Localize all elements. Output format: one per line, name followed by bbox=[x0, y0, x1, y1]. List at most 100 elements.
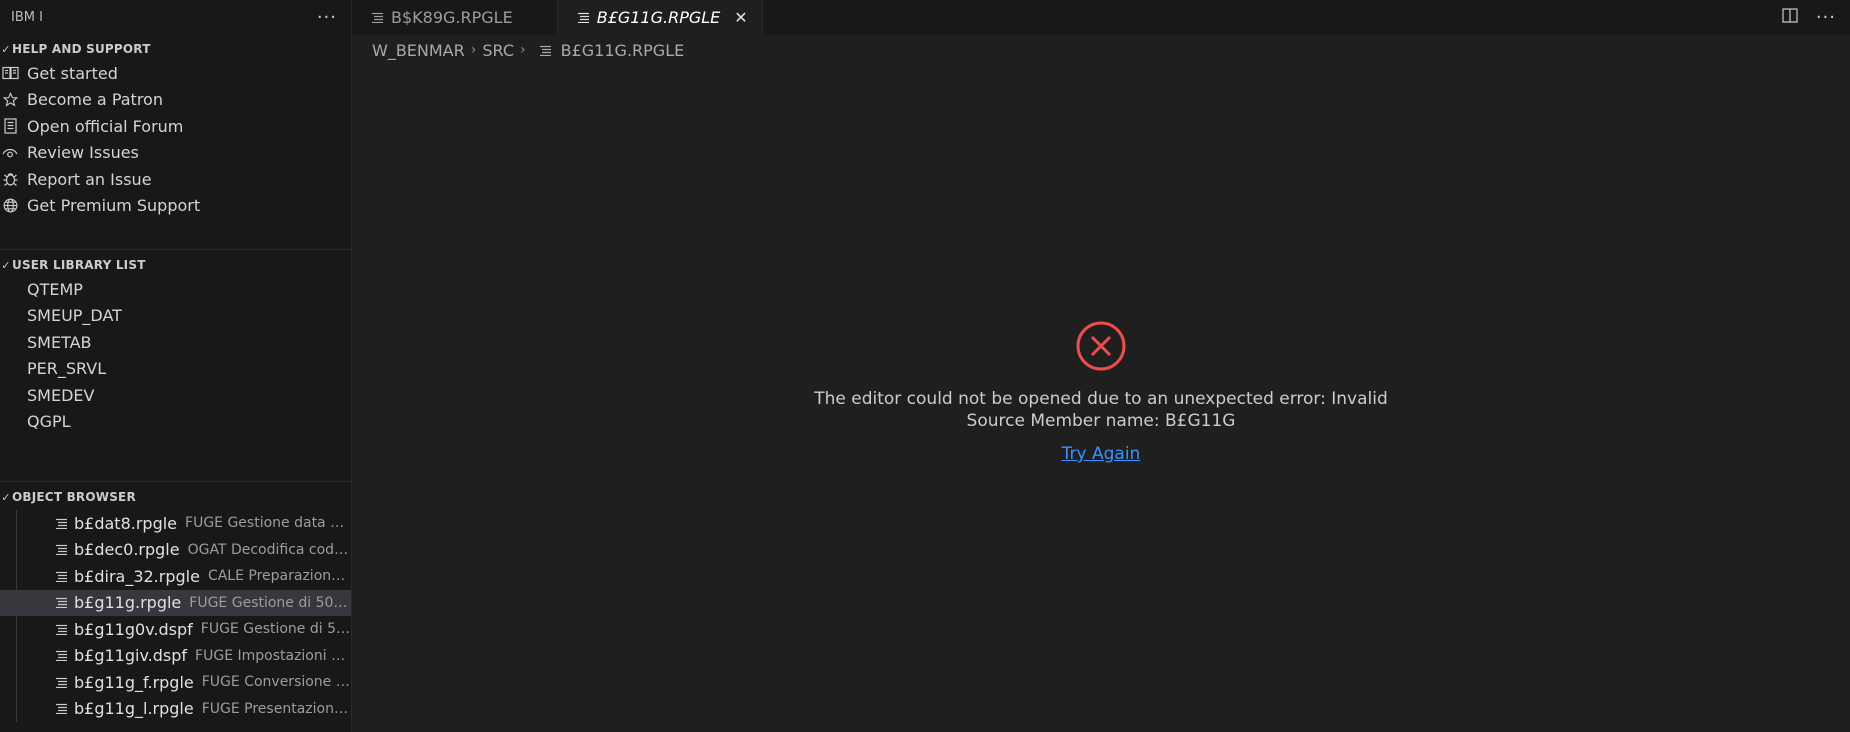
help-item-become-patron[interactable]: Become a Patron bbox=[0, 87, 351, 114]
tab-bk89g[interactable]: B$K89G.RPGLE bbox=[352, 0, 558, 35]
error-message-line1: The editor could not be opened due to an… bbox=[814, 389, 1388, 409]
library-item[interactable]: QGPL bbox=[0, 409, 351, 436]
file-lines-icon bbox=[56, 703, 67, 715]
chevron-down-icon: ✓ bbox=[1, 42, 11, 56]
object-description: FUGE Conversione F... bbox=[201, 674, 351, 691]
editor-actions: ··· bbox=[1782, 0, 1836, 35]
file-lines-icon bbox=[56, 624, 67, 635]
section-divider bbox=[0, 481, 351, 482]
try-again-link[interactable]: Try Again bbox=[1062, 444, 1141, 464]
library-label: SMEUP_DAT bbox=[27, 306, 122, 326]
chevron-down-icon: ✓ bbox=[1, 490, 11, 504]
tab-bg11g-active[interactable]: B£G11G.RPGLE ✕ bbox=[557, 0, 763, 35]
error-icon bbox=[1075, 320, 1127, 376]
library-item[interactable]: PER_SRVL bbox=[0, 356, 351, 383]
object-list: b£dat8.rpgle FUGE Gestione data e ... b£… bbox=[0, 510, 351, 722]
bug-icon bbox=[0, 171, 20, 187]
editor-tab-bar: B$K89G.RPGLE B£G11G.RPGLE ✕ ··· bbox=[352, 0, 1850, 35]
object-name: b£g11g_l.rpgle bbox=[74, 699, 194, 719]
sidebar-title-bar: IBM I ··· bbox=[0, 0, 351, 34]
globe-icon bbox=[0, 198, 20, 213]
tab-label: B£G11G.RPGLE bbox=[596, 8, 721, 27]
object-description: OGAT Decodifica codic... bbox=[187, 541, 350, 558]
library-label: SMETAB bbox=[27, 332, 92, 352]
object-name: b£dat8.rpgle bbox=[74, 513, 178, 533]
library-label: SMEDEV bbox=[27, 385, 95, 405]
library-item[interactable]: SMEUP_DAT bbox=[0, 303, 351, 330]
library-label: QGPL bbox=[27, 412, 71, 432]
library-item[interactable]: QTEMP bbox=[0, 276, 351, 303]
eye-icon bbox=[0, 147, 20, 159]
star-icon bbox=[0, 92, 20, 107]
help-item-label: Review Issues bbox=[27, 143, 139, 163]
object-item[interactable]: b£dira_32.rpgle CALE Preparazione ... bbox=[0, 563, 351, 590]
object-description: FUGE Presentazione ... bbox=[201, 700, 351, 717]
file-lines-icon bbox=[56, 597, 67, 609]
library-item[interactable]: SMEDEV bbox=[0, 382, 351, 409]
section-help-title: HELP AND SUPPORT bbox=[12, 42, 151, 56]
object-description: CALE Preparazione ... bbox=[207, 568, 351, 585]
breadcrumb-item[interactable]: W_BENMAR bbox=[372, 41, 465, 60]
library-label: QTEMP bbox=[27, 279, 83, 299]
object-item[interactable]: b£dec0.rpgle OGAT Decodifica codic... bbox=[0, 537, 351, 564]
file-lines-icon bbox=[56, 544, 67, 556]
help-item-label: Get started bbox=[27, 63, 118, 83]
close-icon[interactable]: ✕ bbox=[734, 8, 747, 27]
section-libraries-title: USER LIBRARY LIST bbox=[12, 258, 146, 272]
help-item-report-issue[interactable]: Report an Issue bbox=[0, 166, 351, 193]
help-item-review-issues[interactable]: Review Issues bbox=[0, 140, 351, 167]
breadcrumb-item[interactable]: SRC bbox=[482, 41, 514, 60]
sidebar-title: IBM I bbox=[11, 9, 43, 25]
section-libraries-header[interactable]: ✓ USER LIBRARY LIST bbox=[0, 254, 351, 276]
help-item-label: Open official Forum bbox=[27, 116, 184, 136]
object-name: b£dec0.rpgle bbox=[74, 540, 180, 560]
file-lines-icon bbox=[539, 45, 551, 56]
object-item[interactable]: b£g11giv.dspf FUGE Impostazioni di... bbox=[0, 643, 351, 670]
library-item[interactable]: SMETAB bbox=[0, 329, 351, 356]
help-item-label: Get Premium Support bbox=[27, 196, 201, 216]
object-name: b£g11giv.dspf bbox=[74, 646, 188, 666]
file-lines-icon bbox=[56, 571, 67, 582]
error-message: The editor could not be opened due to an… bbox=[352, 388, 1850, 432]
help-item-open-forum[interactable]: Open official Forum bbox=[0, 113, 351, 140]
object-item[interactable]: b£g11g0v.dspf FUGE Gestione di 50... bbox=[0, 616, 351, 643]
document-icon bbox=[0, 118, 20, 134]
help-item-label: Become a Patron bbox=[27, 90, 163, 110]
section-divider bbox=[0, 249, 351, 250]
more-actions-icon[interactable]: ··· bbox=[317, 7, 337, 28]
file-lines-icon bbox=[56, 677, 67, 688]
file-lines-icon bbox=[372, 12, 383, 23]
object-name: b£g11g0v.dspf bbox=[74, 619, 193, 639]
file-lines-icon bbox=[577, 12, 589, 23]
section-objects-header[interactable]: ✓ OBJECT BROWSER bbox=[0, 486, 351, 508]
object-description: FUGE Gestione di 50... bbox=[200, 621, 351, 638]
breadcrumb: W_BENMAR › SRC › B£G11G.RPGLE bbox=[372, 38, 684, 62]
object-name: b£g11g_f.rpgle bbox=[74, 672, 194, 692]
object-item-selected[interactable]: b£g11g.rpgle FUGE Gestione di 500 ... bbox=[0, 589, 351, 616]
help-item-premium-support[interactable]: Get Premium Support bbox=[0, 193, 351, 220]
object-item[interactable]: b£g11g_f.rpgle FUGE Conversione F... bbox=[0, 669, 351, 696]
object-description: FUGE Gestione data e ... bbox=[185, 515, 348, 532]
object-description: FUGE Gestione di 500 ... bbox=[189, 594, 351, 611]
file-lines-icon bbox=[56, 650, 67, 662]
object-name: b£g11g.rpgle bbox=[74, 593, 182, 613]
object-item[interactable]: b£g11g_l.rpgle FUGE Presentazione ... bbox=[0, 696, 351, 723]
object-item[interactable]: b£dat8.rpgle FUGE Gestione data e ... bbox=[0, 510, 351, 537]
file-lines-icon bbox=[56, 518, 67, 529]
section-objects-title: OBJECT BROWSER bbox=[12, 490, 136, 504]
help-item-get-started[interactable]: Get started bbox=[0, 60, 351, 87]
chevron-down-icon: ✓ bbox=[1, 258, 11, 272]
error-message-line2: Source Member name: B£G11G bbox=[966, 411, 1236, 431]
tab-label: B$K89G.RPGLE bbox=[391, 8, 513, 27]
section-help-header[interactable]: ✓ HELP AND SUPPORT bbox=[0, 38, 351, 60]
more-actions-icon[interactable]: ··· bbox=[1816, 7, 1836, 28]
breadcrumb-item[interactable]: B£G11G.RPGLE bbox=[561, 41, 685, 60]
explorer-sidebar: IBM I ··· ✓ HELP AND SUPPORT Get started… bbox=[0, 0, 352, 732]
split-editor-icon[interactable] bbox=[1782, 8, 1798, 27]
object-name: b£dira_32.rpgle bbox=[74, 566, 200, 586]
help-item-label: Report an Issue bbox=[27, 169, 152, 189]
book-icon bbox=[0, 66, 20, 80]
chevron-right-icon: › bbox=[470, 42, 477, 58]
chevron-right-icon: › bbox=[520, 42, 526, 58]
object-description: FUGE Impostazioni di... bbox=[195, 647, 351, 664]
